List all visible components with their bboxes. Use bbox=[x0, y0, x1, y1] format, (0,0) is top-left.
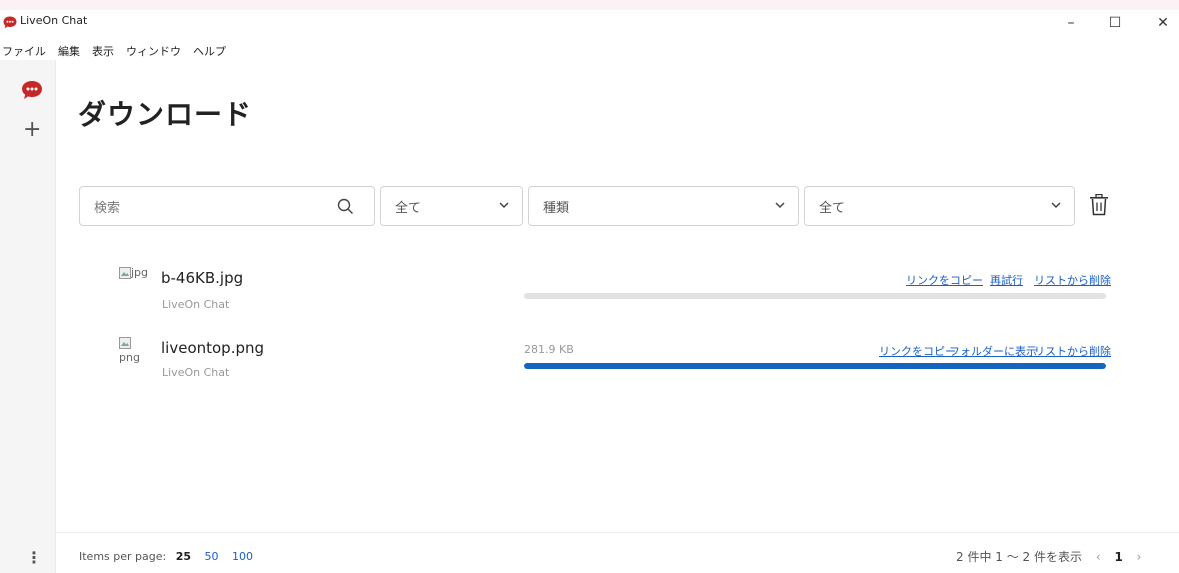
file-thumbnail-image: jpg bbox=[119, 266, 148, 279]
page-title: ダウンロード bbox=[78, 98, 253, 131]
source-select-value: 全て bbox=[819, 200, 846, 216]
pagination: 2 件中 1 ～ 2 件を表示 ‹ 1 › bbox=[956, 548, 1141, 565]
window-top-edge bbox=[0, 0, 1179, 10]
maximize-button[interactable]: ☐ bbox=[1096, 9, 1134, 37]
items-per-page-label: Items per page: bbox=[79, 550, 167, 563]
chevron-down-icon bbox=[1050, 199, 1062, 215]
download-progress-bar bbox=[524, 363, 1106, 369]
file-name: liveontop.png bbox=[161, 339, 265, 357]
prev-page-button[interactable]: ‹ bbox=[1096, 550, 1101, 564]
search-icon[interactable] bbox=[337, 198, 354, 219]
file-source: LiveOn Chat bbox=[162, 298, 230, 311]
download-progress-bar bbox=[524, 293, 1106, 299]
menu-window[interactable]: ウィンドウ bbox=[124, 43, 181, 59]
window-title: LiveOn Chat bbox=[20, 14, 88, 27]
download-progress-fill bbox=[524, 363, 1106, 369]
status-select[interactable]: 全て bbox=[380, 186, 523, 226]
search-input[interactable]: 検索 bbox=[79, 186, 375, 226]
menu-file[interactable]: ファイル bbox=[0, 43, 46, 59]
pagination-range: 2 件中 1 ～ 2 件を表示 bbox=[956, 550, 1082, 564]
plus-icon[interactable]: + bbox=[23, 119, 41, 141]
show-in-folder-button[interactable]: フォルダーに表示 bbox=[949, 343, 1037, 359]
copy-link-button[interactable]: リンクをコピー bbox=[906, 272, 983, 288]
next-page-button[interactable]: › bbox=[1137, 550, 1142, 564]
menu-bar: ファイル 編集 表示 ウィンドウ ヘルプ bbox=[0, 41, 236, 61]
file-name: b-46KB.jpg bbox=[161, 269, 244, 287]
app-logo-icon bbox=[3, 14, 17, 29]
footer-divider bbox=[56, 532, 1179, 533]
items-per-page-current[interactable]: 25 bbox=[176, 550, 191, 563]
items-per-page: Items per page: 25 50 100 bbox=[79, 550, 253, 563]
minimize-button[interactable]: – bbox=[1052, 9, 1090, 37]
close-button[interactable]: ✕ bbox=[1144, 9, 1179, 37]
chevron-down-icon bbox=[774, 199, 786, 215]
remove-from-list-button[interactable]: リストから削除 bbox=[1034, 343, 1111, 359]
copy-link-button[interactable]: リンクをコピー bbox=[879, 343, 956, 359]
search-placeholder: 検索 bbox=[94, 200, 121, 216]
title-bar bbox=[0, 10, 1179, 38]
type-select[interactable]: 種類 bbox=[528, 186, 799, 226]
source-select[interactable]: 全て bbox=[804, 186, 1075, 226]
file-thumbnail-image: png bbox=[119, 337, 140, 364]
items-per-page-option-100[interactable]: 100 bbox=[232, 550, 253, 563]
current-page[interactable]: 1 bbox=[1114, 550, 1122, 564]
remove-from-list-button[interactable]: リストから削除 bbox=[1034, 272, 1111, 288]
liveon-chat-icon[interactable] bbox=[19, 78, 45, 102]
trash-icon[interactable] bbox=[1089, 193, 1109, 220]
items-per-page-option-50[interactable]: 50 bbox=[205, 550, 219, 563]
type-select-value: 種類 bbox=[543, 200, 570, 216]
menu-edit[interactable]: 編集 bbox=[56, 43, 80, 59]
status-select-value: 全て bbox=[395, 200, 422, 216]
chevron-down-icon bbox=[498, 199, 510, 215]
file-size: 281.9 KB bbox=[524, 343, 574, 356]
menu-help[interactable]: ヘルプ bbox=[191, 43, 226, 59]
file-source: LiveOn Chat bbox=[162, 366, 230, 379]
more-vertical-icon[interactable]: ⋮ bbox=[26, 548, 42, 567]
retry-button[interactable]: 再試行 bbox=[990, 272, 1023, 288]
menu-view[interactable]: 表示 bbox=[90, 43, 114, 59]
